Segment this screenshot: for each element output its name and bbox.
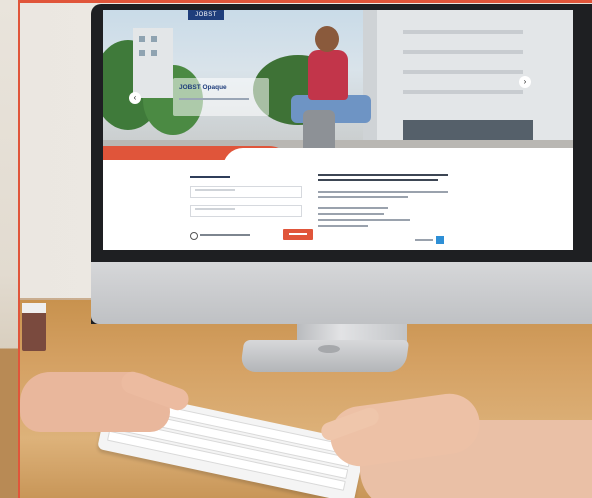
content-curve bbox=[223, 148, 573, 160]
photo: JOBST JOBST Opaque ‹ › bbox=[0, 0, 592, 498]
email-field[interactable] bbox=[190, 186, 302, 198]
register-link[interactable] bbox=[415, 239, 433, 241]
building-stripe bbox=[403, 70, 523, 74]
email-placeholder bbox=[195, 189, 235, 191]
forgot-password-link[interactable] bbox=[190, 232, 260, 240]
help-icon bbox=[190, 232, 198, 240]
hero-banner: JOBST JOBST Opaque ‹ › bbox=[103, 10, 573, 160]
desk-object-top bbox=[22, 303, 46, 313]
window bbox=[151, 36, 157, 42]
benefit-item bbox=[318, 225, 368, 227]
building-stripe bbox=[403, 30, 523, 34]
site-logo[interactable]: JOBST bbox=[188, 10, 224, 20]
login-button-label bbox=[289, 233, 307, 235]
window bbox=[139, 50, 145, 56]
carousel-prev-arrow-icon[interactable]: ‹ bbox=[129, 92, 141, 104]
hero-title: JOBST Opaque bbox=[179, 84, 227, 91]
benefit-item bbox=[318, 213, 384, 215]
password-field[interactable] bbox=[190, 205, 302, 217]
building-stripe bbox=[403, 50, 523, 54]
register-text bbox=[318, 196, 408, 198]
register-heading bbox=[318, 174, 448, 176]
person-head bbox=[315, 26, 339, 52]
hero-subtitle bbox=[179, 98, 249, 100]
register-heading-line bbox=[318, 179, 438, 181]
monitor-stand-hole bbox=[318, 345, 340, 353]
building-stripe bbox=[403, 90, 523, 94]
window bbox=[151, 50, 157, 56]
person-body bbox=[308, 50, 348, 100]
login-heading bbox=[190, 176, 230, 178]
frame-border-left bbox=[18, 0, 20, 498]
hero-card: JOBST Opaque bbox=[173, 78, 269, 116]
register-arrow-button[interactable] bbox=[436, 236, 444, 244]
register-text bbox=[318, 191, 448, 193]
carousel-next-arrow-icon[interactable]: › bbox=[519, 76, 531, 88]
monitor-chin bbox=[91, 262, 592, 324]
building-entrance bbox=[403, 120, 533, 142]
forgot-password-text bbox=[200, 234, 250, 236]
building-edge bbox=[363, 10, 377, 145]
frame-border-top bbox=[18, 0, 592, 3]
password-placeholder bbox=[195, 208, 235, 210]
window bbox=[139, 36, 145, 42]
benefit-item bbox=[318, 207, 388, 209]
login-button[interactable] bbox=[283, 229, 313, 240]
monitor-screen: JOBST JOBST Opaque ‹ › bbox=[103, 10, 573, 250]
benefit-item bbox=[318, 219, 410, 221]
